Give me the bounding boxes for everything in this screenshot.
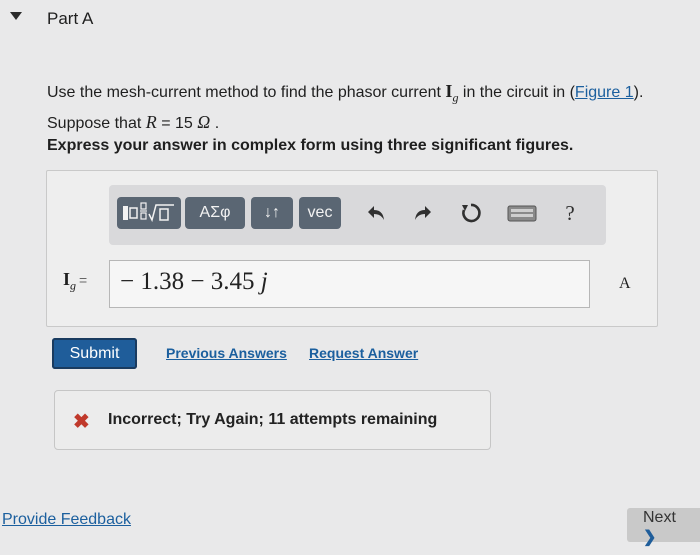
keyboard-icon[interactable] — [505, 197, 539, 229]
current-variable: Ig — [445, 81, 459, 105]
feedback-box: ✖ Incorrect; Try Again; 11 attempts rema… — [54, 390, 491, 450]
previous-answers-link[interactable]: Previous Answers — [166, 345, 287, 361]
next-button[interactable]: Next ❯ — [627, 508, 700, 546]
feedback-text: Incorrect; Try Again; 11 attempts remain… — [108, 411, 438, 428]
answer-panel: ΑΣφ ↓↑ vec ? Ig = − 1.38 − 3.45 j A — [46, 170, 658, 327]
answer-value: − 1.38 − 3.45 j — [120, 268, 268, 295]
unit-label: A — [619, 275, 631, 292]
instruction-text: Express your answer in complex form usin… — [47, 137, 574, 154]
answer-label: Ig = — [63, 269, 88, 293]
resistance-symbol: R — [145, 111, 157, 132]
provide-feedback-link[interactable]: Provide Feedback — [2, 511, 131, 529]
ohm-symbol: Ω — [197, 111, 211, 132]
part-title: Part A — [47, 9, 94, 28]
undo-icon[interactable] — [364, 197, 390, 229]
templates-icon — [123, 202, 174, 223]
chevron-right-icon: ❯ — [643, 529, 657, 546]
part-header[interactable]: Part A — [0, 0, 700, 40]
x-icon: ✖ — [73, 411, 90, 433]
figure-link[interactable]: Figure 1 — [575, 84, 634, 101]
submit-button[interactable]: Submit — [52, 338, 137, 369]
request-answer-link[interactable]: Request Answer — [309, 345, 418, 361]
greek-symbols-button[interactable]: ΑΣφ — [185, 197, 245, 229]
help-icon[interactable]: ? — [555, 197, 585, 229]
reset-icon[interactable] — [457, 197, 485, 229]
question-text: Use the mesh-current method to find the … — [47, 81, 644, 132]
vector-button[interactable]: vec — [299, 197, 341, 229]
arrows-button[interactable]: ↓↑ — [251, 197, 293, 229]
answer-input[interactable]: − 1.38 − 3.45 j — [109, 260, 590, 308]
redo-icon[interactable] — [409, 197, 435, 229]
templates-button[interactable] — [117, 197, 181, 229]
math-toolbar: ΑΣφ ↓↑ vec ? — [109, 185, 606, 245]
collapse-caret-icon[interactable] — [10, 12, 22, 20]
